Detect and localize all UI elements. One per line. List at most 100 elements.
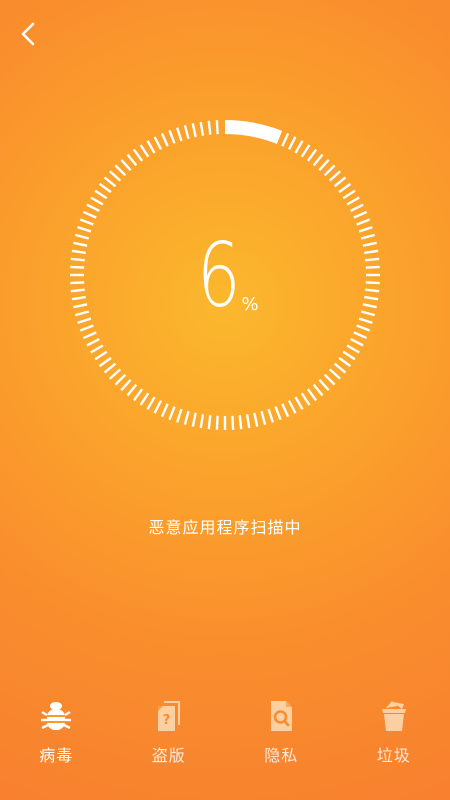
ring-tick xyxy=(231,415,235,430)
ring-tick xyxy=(238,415,243,430)
tab-piracy-label: 盗版 xyxy=(151,746,186,765)
ring-tick xyxy=(199,121,205,136)
ring-tick xyxy=(267,408,275,423)
ring-tick xyxy=(98,356,112,368)
ring-tick xyxy=(109,170,122,182)
ring-tick xyxy=(114,164,127,177)
ring-tick xyxy=(253,412,259,427)
ring-tick xyxy=(207,120,212,135)
tab-piracy[interactable]: ? 盗版 xyxy=(129,698,209,778)
ring-tick xyxy=(346,344,360,354)
ring-tick xyxy=(338,182,352,194)
ring-tick xyxy=(183,124,190,140)
chevron-left-icon xyxy=(21,22,35,46)
ring-tick xyxy=(287,136,297,150)
ring-tick xyxy=(328,170,341,182)
ring-tick xyxy=(146,396,156,410)
ring-tick xyxy=(86,203,100,213)
ring-tick xyxy=(328,368,341,380)
ring-tick xyxy=(153,400,163,414)
ring-tick xyxy=(139,144,150,158)
ring-tick xyxy=(287,400,297,414)
ring-tick xyxy=(281,132,290,147)
ring-tick xyxy=(333,176,347,188)
ring-tick xyxy=(318,378,330,391)
bug-icon xyxy=(38,698,74,734)
ring-tick xyxy=(120,378,132,391)
ring-tick xyxy=(82,210,97,219)
ring-tick xyxy=(160,403,169,418)
ring-tick xyxy=(146,140,156,154)
tab-privacy[interactable]: 隐私 xyxy=(241,698,321,778)
tab-junk-label: 垃圾 xyxy=(376,746,411,765)
ring-tick xyxy=(245,414,251,429)
ring-tick xyxy=(103,362,117,374)
progress-percent-value: 6 xyxy=(197,224,241,327)
ring-tick xyxy=(98,182,112,194)
ring-tick xyxy=(90,196,104,206)
ring-tick xyxy=(132,148,144,162)
ring-tick xyxy=(199,414,205,429)
scan-category-tabs: 病毒 ? 盗版 隐私 垃圾 xyxy=(0,698,450,778)
ring-tick xyxy=(139,392,150,406)
scan-screen: 6% 恶意应用程序扫描中 病毒 ? 盗版 隐私 垃圾 xyxy=(0,0,450,800)
ring-tick xyxy=(215,415,219,430)
ring-tick xyxy=(356,218,371,226)
ring-tick xyxy=(132,388,144,402)
progress-readout: 6% xyxy=(0,232,450,332)
ring-tick xyxy=(175,127,183,142)
ring-tick xyxy=(153,136,163,150)
ring-tick xyxy=(77,225,92,233)
ring-tick xyxy=(120,159,132,172)
ring-tick xyxy=(350,337,364,347)
ring-tick xyxy=(300,144,311,158)
ring-tick xyxy=(160,132,169,147)
ring-tick xyxy=(318,159,330,172)
ring-tick xyxy=(274,406,282,421)
ring-tick xyxy=(300,392,311,406)
ring-tick xyxy=(109,368,122,380)
ring-tick xyxy=(306,148,318,162)
ring-tick xyxy=(338,356,352,368)
tab-junk[interactable]: 垃圾 xyxy=(354,698,434,778)
progress-percent-symbol: % xyxy=(241,294,259,315)
ring-tick xyxy=(333,362,347,374)
ring-tick xyxy=(350,203,364,213)
ring-tick xyxy=(191,123,197,138)
ring-tick xyxy=(323,164,336,177)
ring-tick xyxy=(342,350,356,361)
progress-arc xyxy=(224,120,283,144)
tab-virus[interactable]: 病毒 xyxy=(16,698,96,778)
tab-virus-label: 病毒 xyxy=(39,746,74,765)
ring-tick xyxy=(168,406,176,421)
ring-tick xyxy=(126,153,138,167)
ring-tick xyxy=(79,218,94,226)
ring-tick xyxy=(346,196,360,206)
ring-tick xyxy=(312,153,324,167)
ring-tick xyxy=(323,373,336,386)
ring-tick xyxy=(126,383,138,397)
ring-tick xyxy=(306,388,318,402)
trash-icon xyxy=(376,698,412,734)
ring-tick xyxy=(175,408,183,423)
ring-tick xyxy=(342,189,356,200)
ring-tick xyxy=(281,403,290,418)
ring-tick xyxy=(82,331,97,340)
ring-tick xyxy=(294,396,304,410)
ring-tick xyxy=(168,129,176,144)
ring-tick xyxy=(114,373,127,386)
ring-tick xyxy=(183,410,190,426)
ring-tick xyxy=(294,140,304,154)
ring-tick xyxy=(312,383,324,397)
svg-text:?: ? xyxy=(162,713,170,728)
ring-tick xyxy=(94,189,108,200)
ring-tick xyxy=(260,410,267,426)
pirated-files-icon: ? xyxy=(151,698,187,734)
ring-tick xyxy=(94,350,108,361)
ring-tick xyxy=(103,176,117,188)
scan-status-text: 恶意应用程序扫描中 xyxy=(148,518,302,537)
tab-privacy-label: 隐私 xyxy=(264,746,299,765)
back-button[interactable] xyxy=(10,16,46,52)
ring-tick xyxy=(353,210,368,219)
ring-tick xyxy=(191,412,197,427)
